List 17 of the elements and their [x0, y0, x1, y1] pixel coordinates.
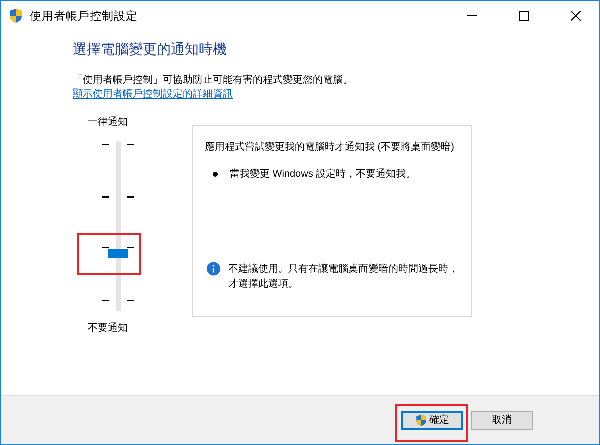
shield-icon [8, 8, 24, 24]
close-icon [571, 11, 581, 21]
slider-thumb[interactable] [108, 248, 128, 258]
slider-bottom-label: 不要通知 [88, 322, 128, 335]
info-icon [207, 262, 220, 276]
details-link[interactable]: 顯示使用者帳戶控制設定的詳細資訊 [73, 87, 233, 101]
maximize-icon [519, 11, 529, 21]
cancel-button[interactable]: 取消 [471, 410, 533, 430]
bullet-text: 當我變更 Windows 設定時，不要通知我。 [230, 168, 416, 181]
description-text: 「使用者帳戶控制」可協助防止可能有害的程式變更您的電腦。 [73, 74, 354, 87]
bullet-icon [213, 172, 218, 176]
note-text: 不建議使用。只有在讓電腦桌面變暗的時間過長時，才選擇此選項。 [228, 262, 459, 292]
slider-top-label: 一律通知 [88, 116, 128, 129]
window-title: 使用者帳戶控制設定 [30, 10, 139, 24]
ok-button[interactable]: 確定 [401, 410, 463, 430]
page-heading: 選擇電腦變更的通知時機 [73, 41, 228, 59]
setting-title: 應用程式嘗試變更我的電腦時才通知我 (不要將桌面變暗) [205, 140, 456, 154]
